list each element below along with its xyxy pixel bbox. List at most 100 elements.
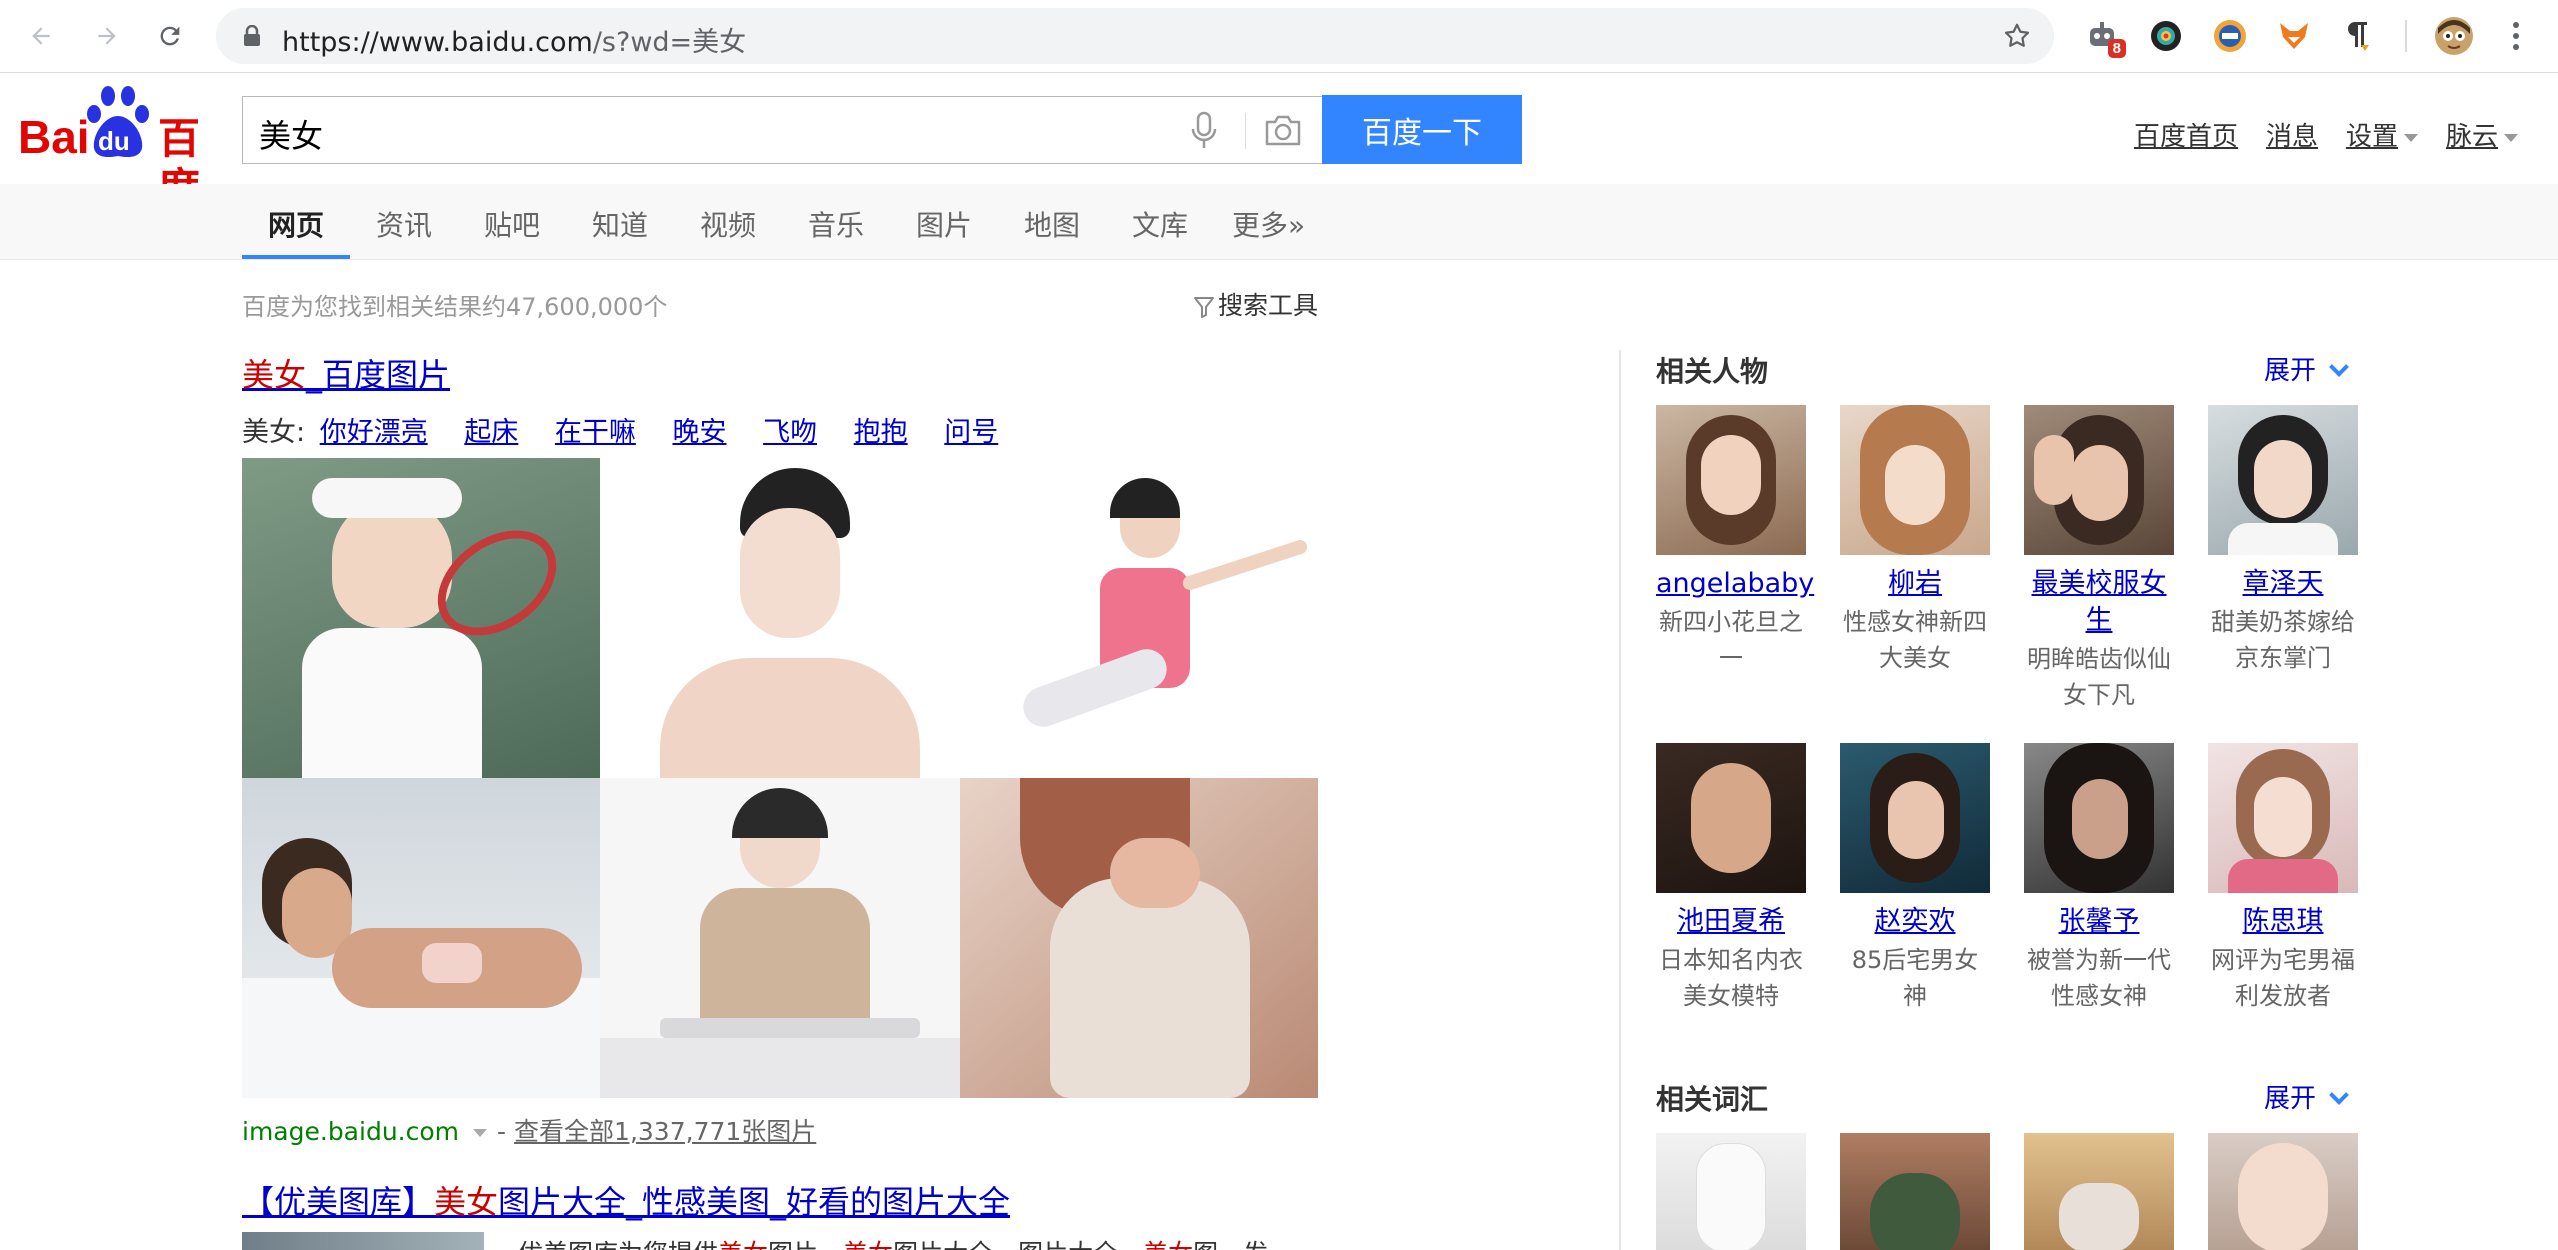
result-thumbnail[interactable] (242, 1232, 484, 1250)
result-image-office[interactable] (600, 778, 960, 1098)
person-name[interactable]: 柳岩 (1840, 565, 1990, 602)
related-word-image[interactable] (2208, 1133, 2358, 1250)
person-name[interactable]: 张馨予 (2024, 903, 2174, 940)
search-button[interactable]: 百度一下 (1322, 95, 1522, 164)
link-settings[interactable]: 设置 (2346, 116, 2418, 153)
lock-icon (244, 25, 260, 46)
search-tools-button[interactable]: 搜索工具 (1194, 286, 1318, 322)
related-words-expand[interactable]: 展开 (2264, 1078, 2349, 1115)
tab-zhidao[interactable]: 知道 (592, 204, 648, 244)
title-highlight: 美女 (434, 1183, 499, 1221)
person-name[interactable]: 章泽天 (2208, 565, 2358, 602)
header-links: 百度首页 消息 设置 脉云 (2106, 116, 2518, 153)
person-photo[interactable] (2208, 743, 2358, 893)
person-card[interactable]: 张馨予 被誉为新一代性感女神 (2024, 743, 2174, 1014)
snippet-highlight: 美女 (718, 1239, 768, 1250)
result-title-baidu-images[interactable]: 美女_百度图片 (242, 350, 450, 396)
person-card[interactable]: 陈思琪 网评为宅男福利发放者 (2208, 743, 2358, 1014)
person-card[interactable]: angelababy 新四小花旦之一 (1656, 405, 1814, 676)
related-word-image[interactable] (1656, 1133, 1806, 1250)
extension-txt-button[interactable] (2210, 16, 2250, 56)
person-card[interactable]: 柳岩 性感女神新四大美女 (1840, 405, 1990, 676)
chevron-down-icon (2504, 133, 2518, 142)
person-card[interactable]: 赵奕欢 85后宅男女神 (1840, 743, 1990, 1014)
browser-menu-button[interactable] (2496, 16, 2536, 56)
result-title-youmei[interactable]: 【优美图库】美女图片大全_性感美图_好看的图片大全 (242, 1177, 1010, 1223)
baidu-logo[interactable]: Bai du 百度 (18, 84, 224, 212)
camera-icon[interactable] (1263, 113, 1303, 147)
person-desc: 明眸皓齿似仙女下凡 (2027, 645, 2171, 709)
result-image-yoga[interactable] (960, 458, 1318, 778)
reload-button[interactable] (149, 15, 191, 57)
link-baidu-home[interactable]: 百度首页 (2134, 116, 2238, 153)
search-input[interactable]: 美女 (242, 96, 1322, 164)
person-name[interactable]: 赵奕欢 (1840, 903, 1990, 940)
title-part: 【优美图库】 (242, 1183, 435, 1221)
link-user[interactable]: 脉云 (2446, 116, 2518, 153)
logo-text-bai: Bai (18, 111, 90, 163)
person-name[interactable]: 池田夏希 (1656, 903, 1806, 940)
right-panel-divider (1619, 350, 1621, 1250)
result-image-portrait[interactable] (600, 458, 960, 778)
subquery-link[interactable]: 问号 (944, 417, 998, 448)
subquery-link[interactable]: 你好漂亮 (320, 417, 428, 448)
person-photo[interactable] (1840, 743, 1990, 893)
tab-images[interactable]: 图片 (916, 204, 972, 244)
dropdown-arrow-icon[interactable] (473, 1129, 488, 1137)
title-rest: _百度图片 (306, 356, 451, 394)
person-card[interactable]: 章泽天 甜美奶茶嫁给京东掌门 (2208, 405, 2358, 676)
person-photo[interactable] (2208, 405, 2358, 555)
person-photo[interactable] (1656, 405, 1806, 555)
related-words-title: 相关词汇 (1656, 1083, 1769, 1116)
person-photo[interactable] (1840, 405, 1990, 555)
back-button[interactable] (20, 15, 62, 57)
person-card[interactable]: 最美校服女生 明眸皓齿似仙女下凡 (2024, 405, 2174, 713)
microphone-icon[interactable] (1189, 111, 1219, 151)
snippet-part: 图片大全，图片大全， (893, 1239, 1143, 1250)
address-bar[interactable]: https://www.baidu.com/s?wd=美女 (216, 8, 2054, 64)
person-photo[interactable] (2024, 405, 2174, 555)
link-messages[interactable]: 消息 (2266, 116, 2318, 153)
related-word-image[interactable] (1840, 1133, 1990, 1250)
result-site-url[interactable]: image.baidu.com (242, 1117, 459, 1146)
person-name[interactable]: angelababy (1656, 565, 1814, 602)
subquery-link[interactable]: 起床 (464, 417, 518, 448)
tab-video[interactable]: 视频 (700, 204, 756, 244)
person-name[interactable]: 陈思琪 (2208, 903, 2358, 940)
extension-fox-button[interactable] (2274, 16, 2314, 56)
person-card[interactable]: 池田夏希 日本知名内衣美女模特 (1656, 743, 1806, 1014)
person-photo[interactable] (1656, 743, 1806, 893)
related-word-image[interactable] (2024, 1133, 2174, 1250)
tab-wenku[interactable]: 文库 (1132, 204, 1188, 244)
search-tabs: 网页 资讯 贴吧 知道 视频 音乐 图片 地图 文库 更多» (0, 184, 2558, 260)
subquery-link[interactable]: 抱抱 (854, 417, 908, 448)
profile-avatar-button[interactable] (2432, 14, 2476, 58)
related-people-expand[interactable]: 展开 (2264, 350, 2349, 387)
subquery-link[interactable]: 晚安 (672, 417, 726, 448)
person-desc: 性感女神新四大美女 (1843, 608, 1987, 672)
tab-tieba[interactable]: 贴吧 (484, 204, 540, 244)
forward-button[interactable] (86, 15, 128, 57)
person-name[interactable]: 最美校服女生 (2024, 565, 2174, 639)
search-query-text[interactable]: 美女 (259, 111, 323, 157)
result-image-bed[interactable] (242, 778, 600, 1098)
extension-pilcrow-button[interactable] (2336, 16, 2376, 56)
tab-news[interactable]: 资讯 (376, 204, 432, 244)
result-image-tennis[interactable] (242, 458, 600, 778)
tab-map[interactable]: 地图 (1024, 204, 1080, 244)
tab-web[interactable]: 网页 (268, 204, 324, 244)
bookmark-star-icon[interactable] (2002, 21, 2032, 51)
person-desc: 被誉为新一代性感女神 (2027, 946, 2171, 1010)
extension-circle-button[interactable] (2146, 16, 2186, 56)
subquery-link[interactable]: 在干嘛 (555, 417, 636, 448)
result-image-towel[interactable] (960, 778, 1318, 1098)
tab-more[interactable]: 更多» (1232, 204, 1305, 244)
link-user-label: 脉云 (2445, 122, 2498, 152)
person-photo[interactable] (2024, 743, 2174, 893)
view-all-images-link[interactable]: 查看全部1,337,771张图片 (514, 1117, 816, 1146)
txt-extension-icon (2214, 20, 2246, 52)
toolbar-separator (2405, 20, 2407, 52)
subquery-link[interactable]: 飞吻 (763, 417, 817, 448)
extension-robot-button[interactable]: 8 (2082, 16, 2126, 58)
tab-music[interactable]: 音乐 (808, 204, 864, 244)
